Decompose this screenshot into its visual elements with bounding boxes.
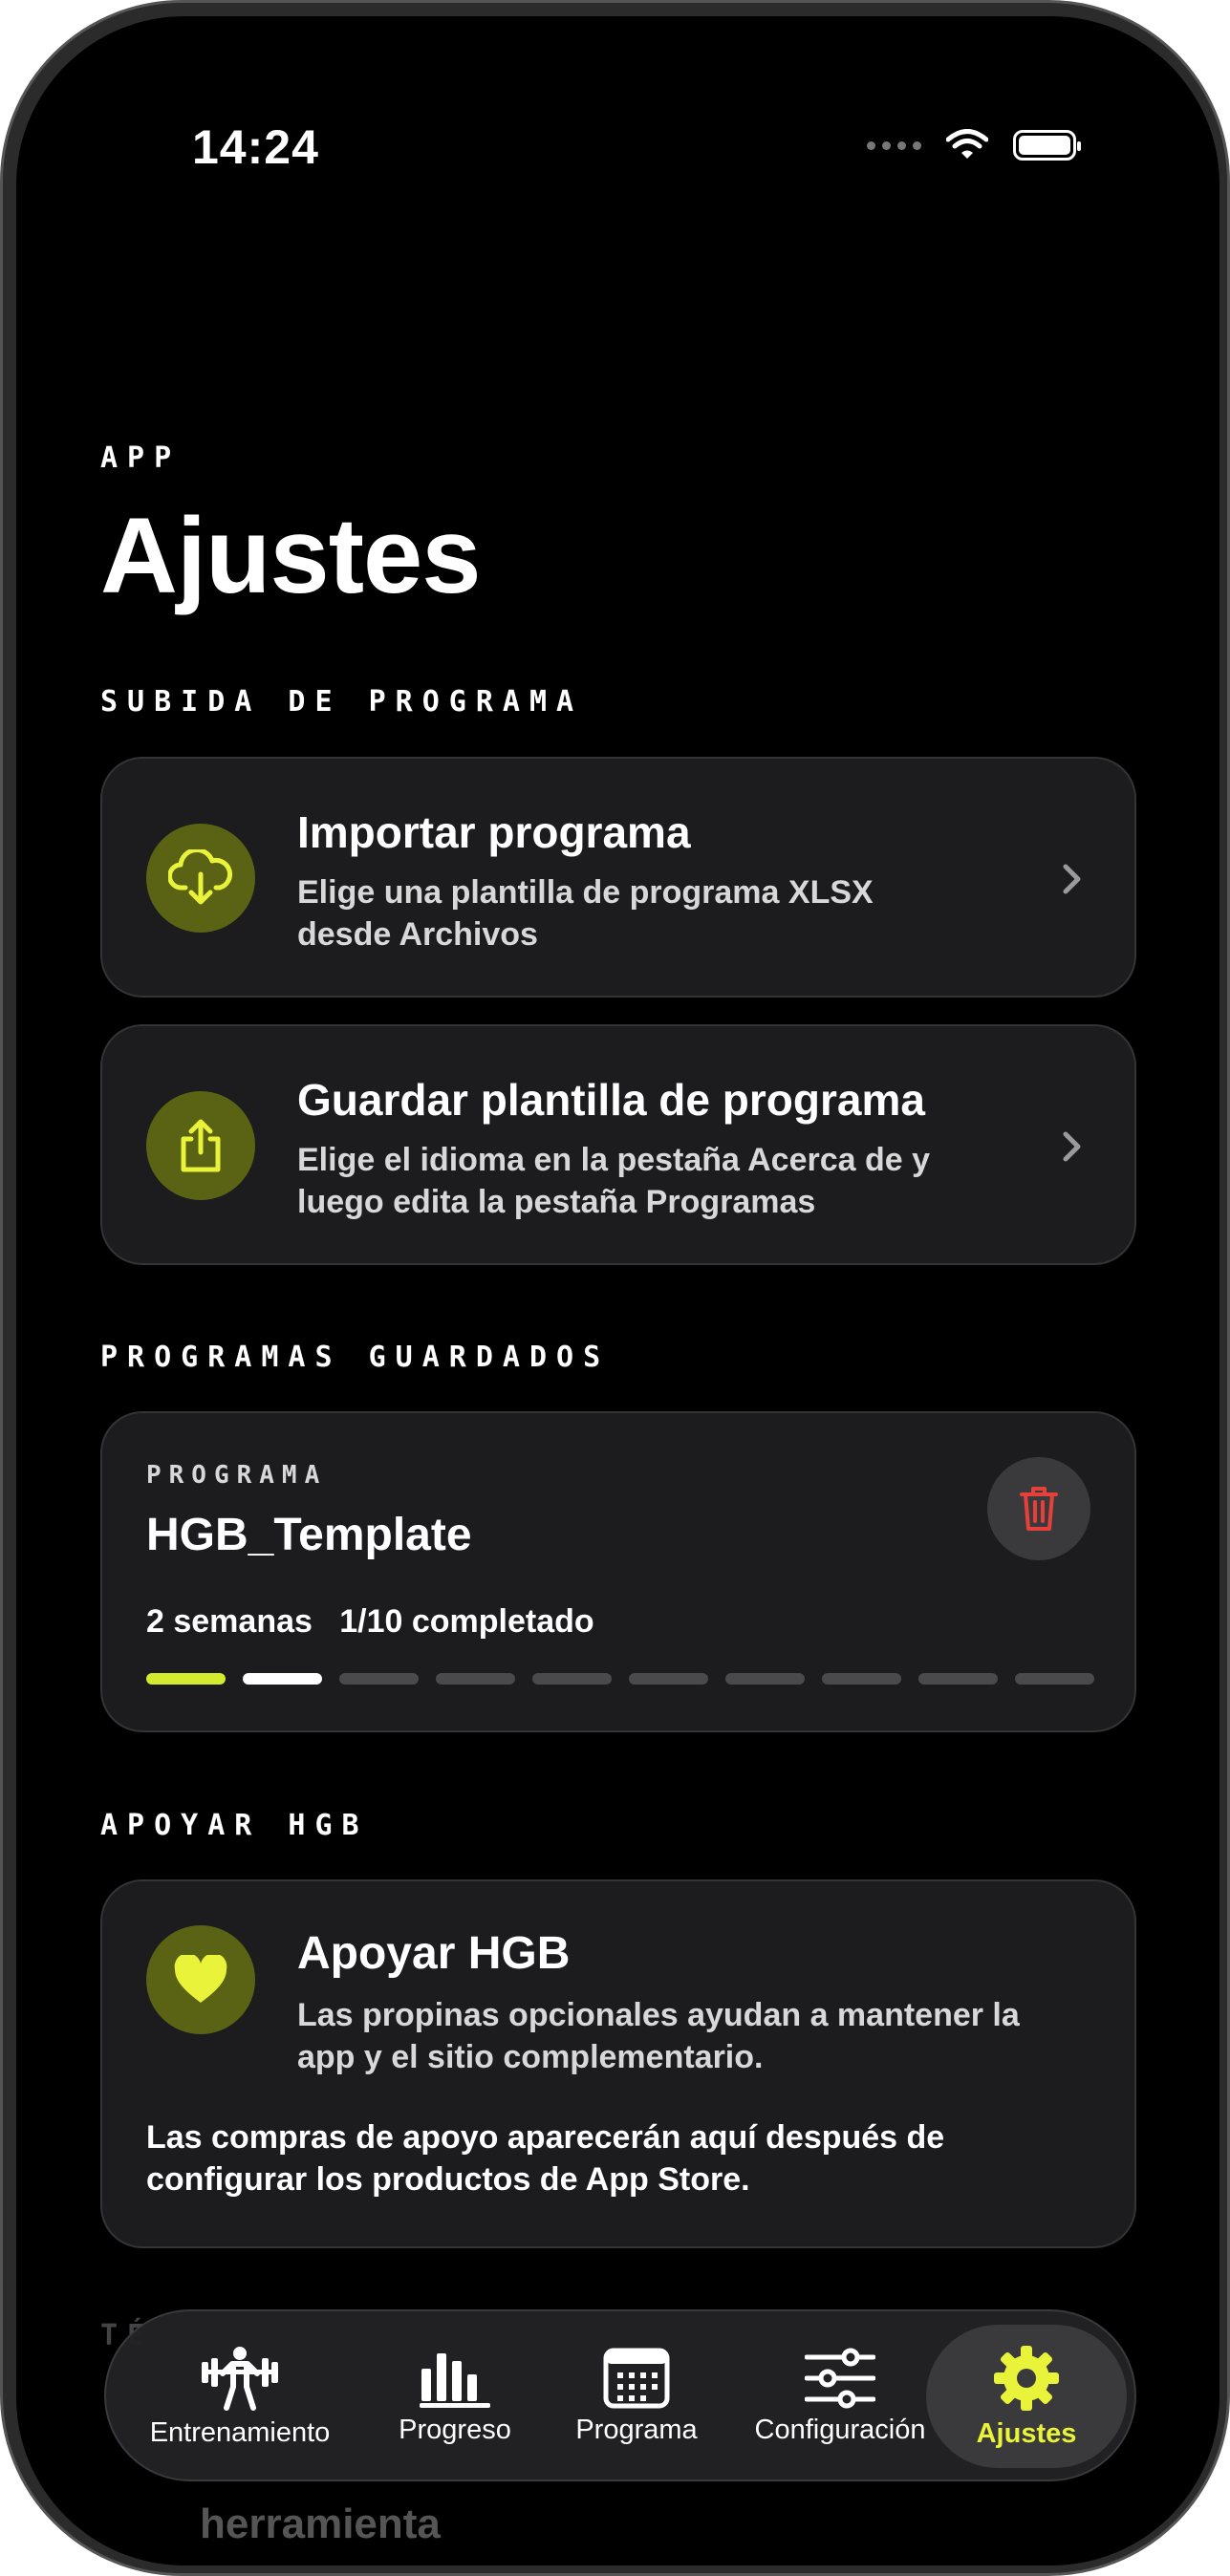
import-program-row[interactable]: Importar programa Elige una plantilla de… bbox=[100, 757, 1136, 998]
sliders-icon bbox=[805, 2348, 875, 2408]
trash-icon bbox=[1020, 1487, 1058, 1531]
progress-segment bbox=[918, 1673, 998, 1685]
screen: 14:24 APP Ajustes SUBIDA DE PROGRAMA Imp… bbox=[16, 16, 1219, 2565]
hidden-row-title: herramienta bbox=[200, 2501, 441, 2547]
tab-label: Ajustes bbox=[976, 2417, 1077, 2449]
progress-segment bbox=[146, 1673, 226, 1685]
tab-label: Progreso bbox=[399, 2414, 511, 2445]
tab-configuracion[interactable]: Configuración bbox=[744, 2325, 936, 2468]
import-program-subtitle-1: Elige una plantilla de programa XLSX bbox=[297, 874, 874, 911]
support-subtitle-2: app y el sitio complementario. bbox=[297, 2039, 764, 2075]
section-title-saved: PROGRAMAS GUARDADOS bbox=[100, 1341, 611, 1374]
progress-segment bbox=[725, 1673, 805, 1685]
tab-progreso[interactable]: Progreso bbox=[393, 2325, 517, 2468]
tab-label: Programa bbox=[575, 2414, 698, 2445]
tab-bar: Entrenamiento Progreso Programa Configur… bbox=[104, 2309, 1136, 2481]
progress-segment bbox=[339, 1673, 419, 1685]
wifi-icon bbox=[946, 129, 988, 159]
save-template-row[interactable]: Guardar plantilla de programa Elige el i… bbox=[100, 1024, 1136, 1265]
support-subtitle-1: Las propinas opcionales ayudan a mantene… bbox=[297, 1997, 1020, 2033]
section-title-upload: SUBIDA DE PROGRAMA bbox=[100, 685, 584, 719]
delete-program-button[interactable] bbox=[987, 1457, 1090, 1560]
tab-label: Entrenamiento bbox=[149, 2416, 331, 2448]
battery-icon bbox=[1013, 130, 1081, 161]
import-program-title: Importar programa bbox=[297, 807, 691, 857]
tab-ajustes[interactable]: Ajustes bbox=[926, 2325, 1127, 2468]
program-kicker: PROGRAMA bbox=[146, 1461, 328, 1490]
device-frame: 14:24 APP Ajustes SUBIDA DE PROGRAMA Imp… bbox=[0, 0, 1230, 2576]
progress-segment bbox=[436, 1673, 515, 1685]
share-export-icon bbox=[146, 1091, 255, 1200]
support-card[interactable]: Apoyar HGB Las propinas opcionales ayuda… bbox=[100, 1879, 1136, 2248]
chevron-right-icon bbox=[1063, 864, 1081, 894]
program-completed: 1/10 completado bbox=[339, 1603, 594, 1640]
program-progress-bar bbox=[146, 1673, 1094, 1685]
calendar-icon bbox=[603, 2348, 670, 2408]
tab-programa[interactable]: Programa bbox=[565, 2325, 708, 2468]
progress-segment bbox=[243, 1673, 322, 1685]
cellular-dots-icon bbox=[867, 140, 921, 150]
chevron-right-icon bbox=[1063, 1131, 1081, 1162]
progress-segment bbox=[1015, 1673, 1094, 1685]
page-title: Ajustes bbox=[100, 496, 482, 615]
program-weeks: 2 semanas bbox=[146, 1603, 313, 1640]
support-note-2: configurar los productos de App Store. bbox=[146, 2161, 750, 2198]
weightlifter-icon bbox=[202, 2346, 278, 2411]
support-title: Apoyar HGB bbox=[297, 1928, 571, 1979]
progress-segment bbox=[629, 1673, 708, 1685]
bar-chart-icon bbox=[420, 2352, 490, 2408]
progress-segment bbox=[532, 1673, 612, 1685]
status-icons bbox=[867, 129, 1081, 161]
saved-program-card[interactable]: PROGRAMA HGB_Template 2 semanas 1/10 com… bbox=[100, 1411, 1136, 1732]
save-template-subtitle-2: luego edita la pestaña Programas bbox=[297, 1184, 816, 1220]
status-time: 14:24 bbox=[192, 120, 319, 174]
tab-entrenamiento[interactable]: Entrenamiento bbox=[144, 2325, 335, 2468]
progress-segment bbox=[822, 1673, 901, 1685]
gear-icon bbox=[994, 2345, 1059, 2411]
import-program-subtitle-2: desde Archivos bbox=[297, 916, 538, 953]
save-template-subtitle-1: Elige el idioma en la pestaña Acerca de … bbox=[297, 1142, 931, 1178]
header-kicker: APP bbox=[100, 441, 182, 475]
section-title-support: APOYAR HGB bbox=[100, 1809, 369, 1842]
tab-label: Configuración bbox=[754, 2414, 926, 2445]
save-template-title: Guardar plantilla de programa bbox=[297, 1075, 925, 1125]
heart-icon bbox=[146, 1925, 255, 2034]
cloud-download-icon bbox=[146, 824, 255, 933]
support-note-1: Las compras de apoyo aparecerán aquí des… bbox=[146, 2119, 945, 2156]
program-name: HGB_Template bbox=[146, 1510, 472, 1560]
program-meta: 2 semanas 1/10 completado bbox=[146, 1600, 594, 1642]
